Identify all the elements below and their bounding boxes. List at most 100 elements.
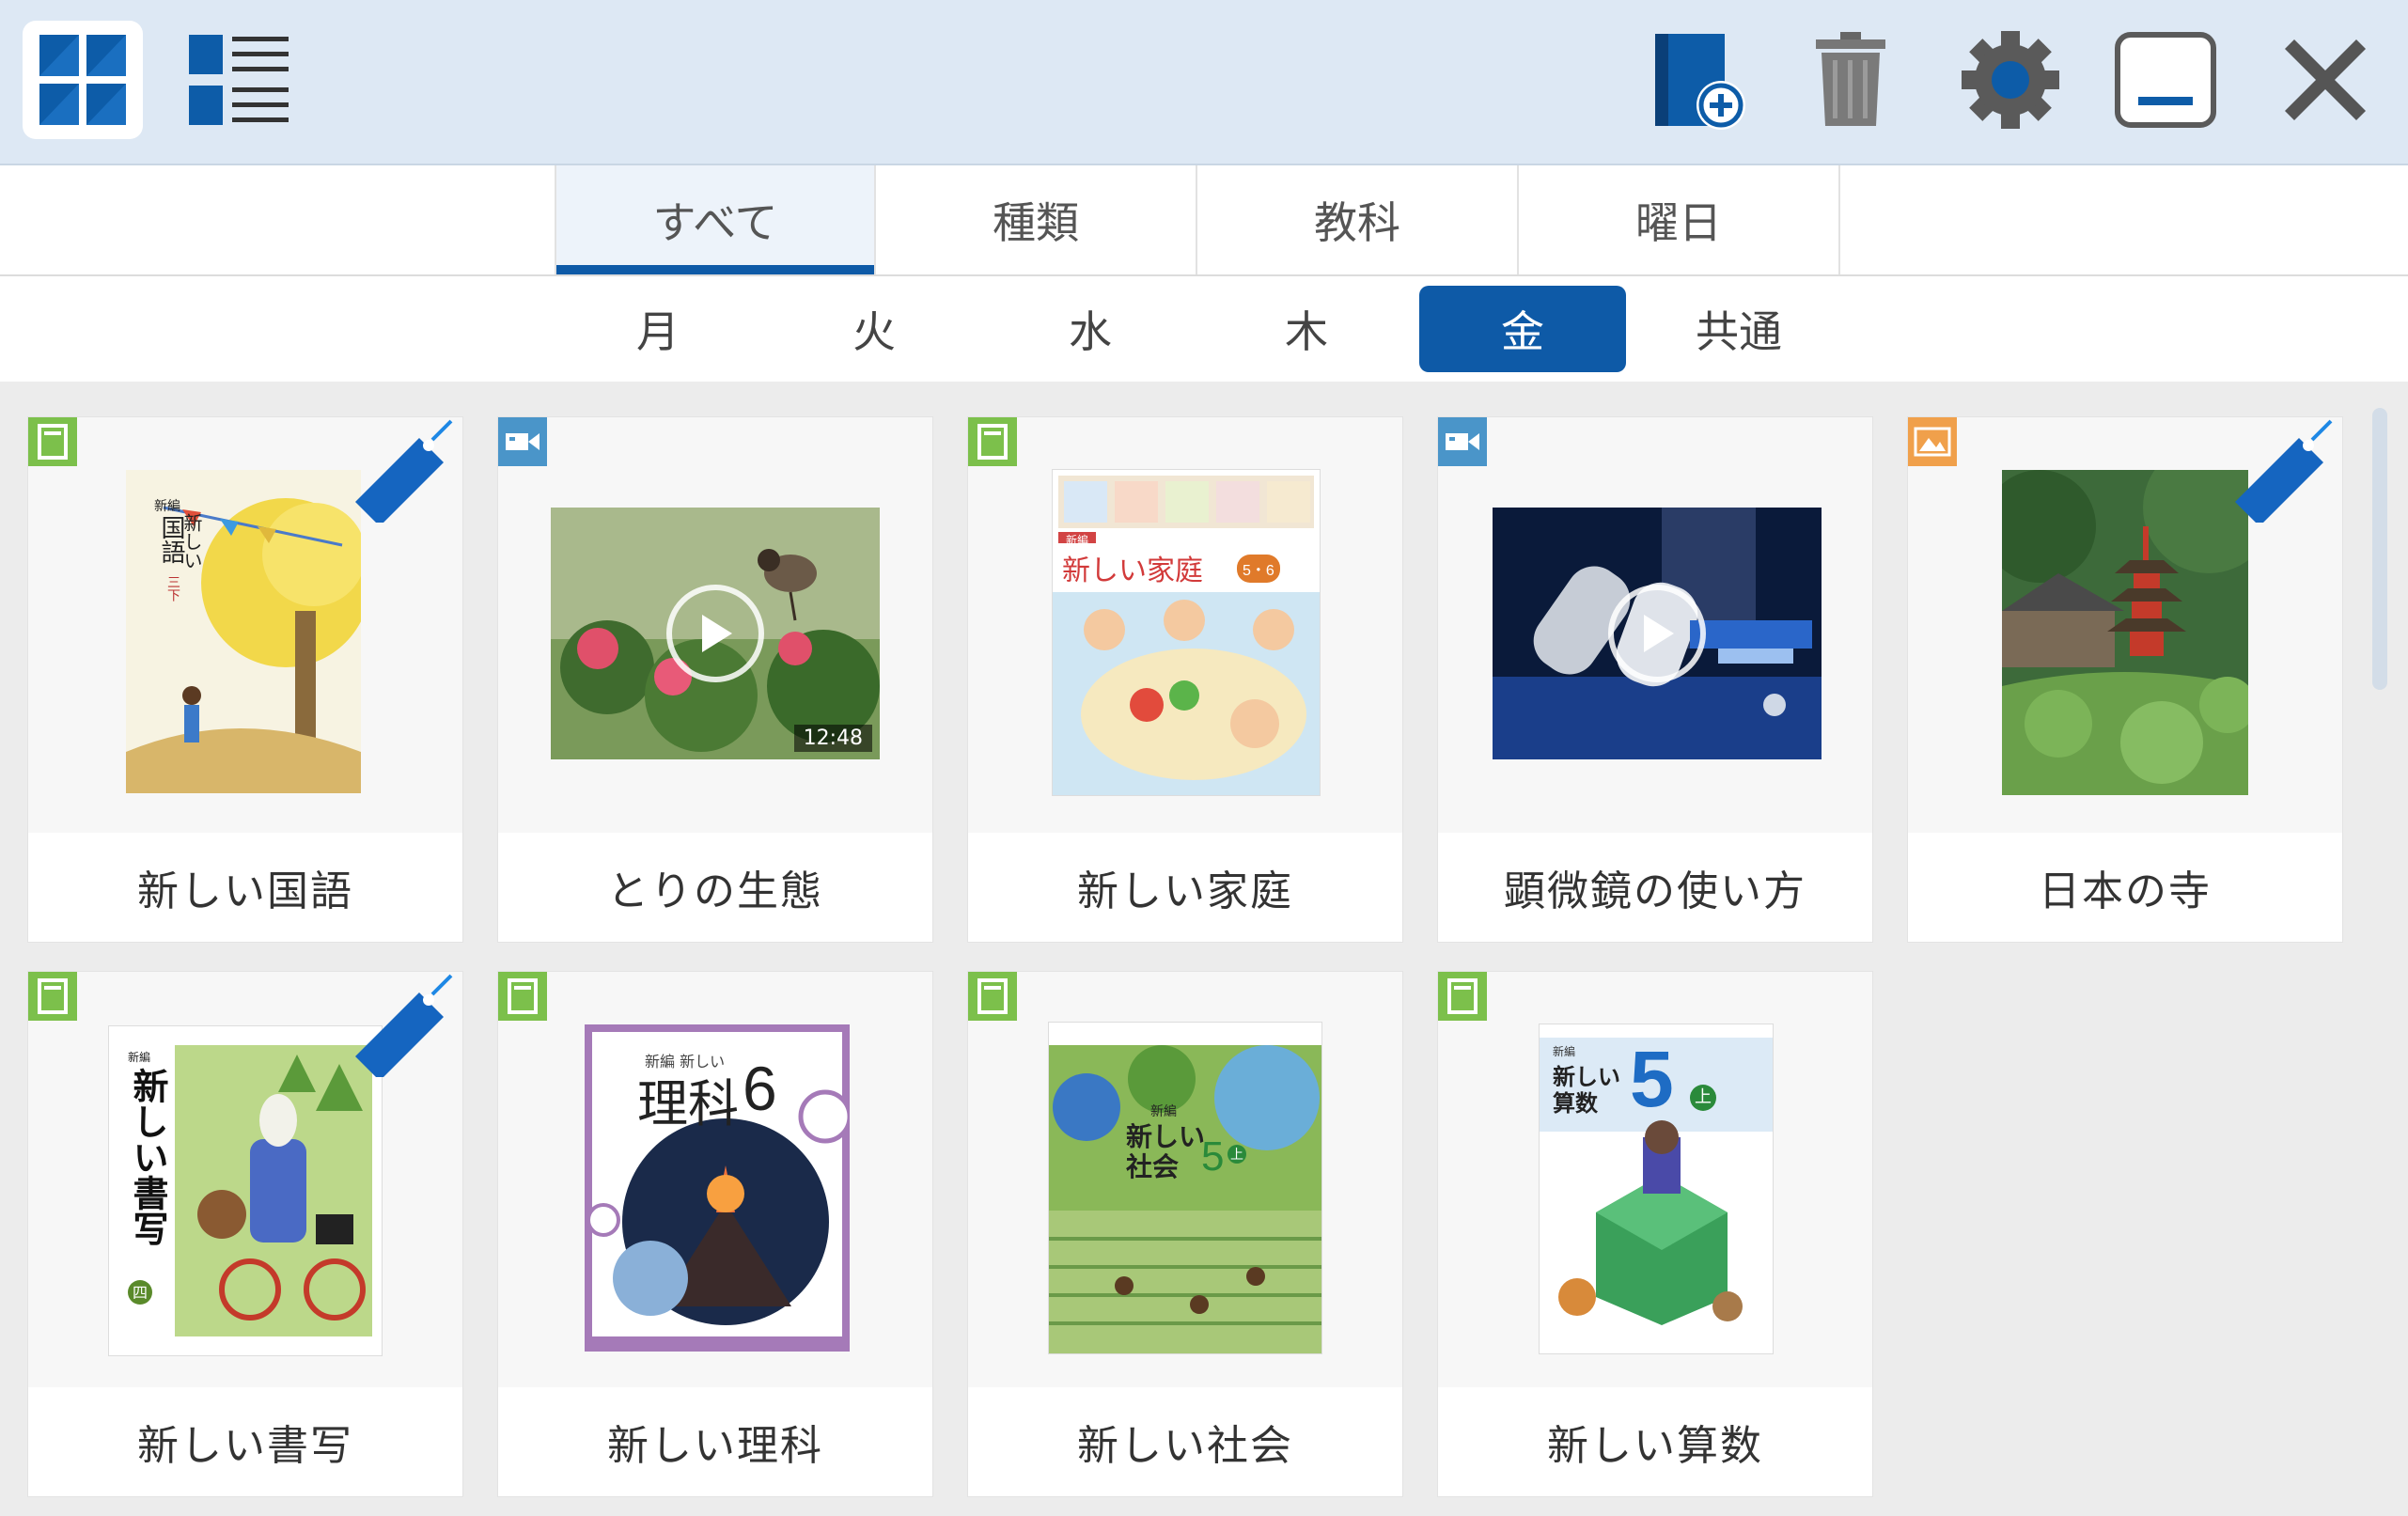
cover-volume: 上 <box>1227 1145 1246 1164</box>
day-filter: 月 火 水 木 金 共通 <box>0 276 2408 382</box>
image-type-badge <box>1908 417 1957 466</box>
bookmark-icon[interactable] <box>346 974 459 1077</box>
cover-small-text: 新編 <box>1553 1045 1576 1058</box>
grid-view-button[interactable] <box>23 21 143 139</box>
tab-type[interactable]: 種類 <box>876 165 1197 274</box>
list-view-button[interactable] <box>179 21 299 139</box>
book-icon <box>1447 978 1478 1014</box>
day-fri[interactable]: 金 <box>1419 286 1626 372</box>
play-button[interactable] <box>1608 585 1706 682</box>
content-card[interactable]: 新編 新しい 理科 6 新しい理科 <box>498 972 932 1496</box>
item-title: とりの生態 <box>498 833 932 942</box>
book-type-badge <box>498 972 547 1021</box>
book-cover: 新編 新しい家庭 5・6 <box>1053 470 1320 795</box>
category-tabs: すべて 種類 教科 曜日 <box>0 165 2408 276</box>
day-wed[interactable]: 水 <box>987 286 1194 372</box>
book-cover: 新編 新しい 社会 5 上 <box>1049 1023 1321 1353</box>
delete-button[interactable] <box>1790 21 1911 139</box>
item-title: 新しい書写 <box>28 1387 462 1496</box>
book-cover: 新編 新しい 国語 三下 <box>126 470 361 793</box>
cover-volume: 四 <box>128 1280 152 1305</box>
cover-small-text: 新編 <box>154 499 180 514</box>
item-title: 顕微鏡の使い方 <box>1438 833 1872 942</box>
trash-icon <box>1816 32 1885 126</box>
cover-title: 新しい家庭 <box>1062 555 1203 586</box>
book-type-badge <box>968 417 1017 466</box>
day-common[interactable]: 共通 <box>1635 286 1842 372</box>
gear-icon <box>1962 31 2059 129</box>
cover-volume: 上 <box>1690 1085 1716 1111</box>
thumbnail: 12:48 <box>498 417 932 831</box>
close-button[interactable] <box>2265 21 2385 139</box>
day-mon[interactable]: 月 <box>555 286 761 372</box>
video-icon <box>506 433 539 450</box>
play-icon <box>1644 615 1674 652</box>
video-duration: 12:48 <box>793 725 872 752</box>
book-cover: 新編 新しい書写 四 <box>109 1026 382 1355</box>
cover-subject: 社会 <box>1126 1152 1180 1181</box>
add-book-icon <box>1655 34 1745 130</box>
close-icon <box>2285 39 2366 120</box>
book-icon <box>38 978 68 1014</box>
content-card[interactable]: 新編 新しい書写 四 新しい書写 <box>28 972 462 1496</box>
play-button[interactable] <box>666 585 764 682</box>
video-thumbnail: 12:48 <box>551 508 880 759</box>
cover-grade: 5 <box>1630 1035 1674 1123</box>
item-title: 新しい家庭 <box>968 833 1402 942</box>
add-book-button[interactable] <box>1635 21 1756 139</box>
cover-subject: 算数 <box>1553 1091 1598 1117</box>
thumbnail: 新編 新しい 算数 5 上 <box>1438 972 1872 1385</box>
tab-subject[interactable]: 教科 <box>1197 165 1519 274</box>
cover-volume: 三下 <box>165 575 180 602</box>
book-icon <box>508 978 538 1014</box>
scrollbar-thumb[interactable] <box>2372 408 2387 690</box>
cover-subject: 国語 <box>157 515 185 564</box>
book-cover: 新編 新しい 理科 6 <box>585 1024 850 1352</box>
content-card[interactable]: 新編 新しい家庭 5・6 新しい家庭 <box>968 417 1402 942</box>
book-type-badge <box>968 972 1017 1021</box>
book-type-badge <box>28 417 77 466</box>
cover-grade: 5・6 <box>1237 555 1280 583</box>
thumbnail: 新編 新しい 理科 6 <box>498 972 932 1385</box>
thumbnail: 新編 新しい家庭 5・6 <box>968 417 1402 831</box>
cover-grade: 6 <box>743 1054 777 1123</box>
cover-illustration <box>1053 470 1320 795</box>
cover-small-text: 新編 <box>1066 534 1089 547</box>
tab-all[interactable]: すべて <box>555 165 876 274</box>
bookmark-icon[interactable] <box>2226 419 2338 523</box>
bookmark-icon[interactable] <box>346 419 459 523</box>
settings-button[interactable] <box>1950 21 2071 139</box>
content-card[interactable]: 新編 新しい 社会 5 上 新しい社会 <box>968 972 1402 1496</box>
video-type-badge <box>1438 417 1487 466</box>
book-icon <box>38 424 68 460</box>
content-card[interactable]: 新編 新しい 国語 三下 新しい国語 <box>28 417 462 942</box>
grid-view-icon <box>39 35 126 125</box>
video-thumbnail <box>1493 508 1822 759</box>
cover-illustration <box>1049 1023 1321 1353</box>
book-cover: 新編 新しい 算数 5 上 <box>1540 1024 1773 1353</box>
tab-weekday[interactable]: 曜日 <box>1519 165 1840 274</box>
video-icon <box>1446 433 1479 450</box>
cover-title: 新しい書写 <box>127 1068 169 1246</box>
video-type-badge <box>498 417 547 466</box>
content-card[interactable]: 日本の寺 <box>1908 417 2342 942</box>
item-title: 新しい社会 <box>968 1387 1402 1496</box>
item-title: 新しい理科 <box>498 1387 932 1496</box>
play-icon <box>702 615 732 652</box>
content-grid: 新編 新しい 国語 三下 新しい国語 12:48 とりの生態 新編 新しい家庭 … <box>0 382 2408 1516</box>
book-icon <box>977 978 1008 1014</box>
cover-small-text: 新編 <box>128 1051 151 1064</box>
content-card[interactable]: 新編 新しい 算数 5 上 新しい算数 <box>1438 972 1872 1496</box>
day-thu[interactable]: 木 <box>1203 286 1410 372</box>
content-card[interactable]: 12:48 とりの生態 <box>498 417 932 942</box>
cover-grade: 5 <box>1201 1133 1225 1180</box>
item-title: 新しい国語 <box>28 833 462 942</box>
book-icon <box>977 424 1008 460</box>
day-tue[interactable]: 火 <box>771 286 977 372</box>
image-thumbnail <box>2002 470 2248 795</box>
content-card[interactable]: 顕微鏡の使い方 <box>1438 417 1872 942</box>
thumbnail <box>1438 417 1872 831</box>
item-title: 新しい算数 <box>1438 1387 1872 1496</box>
book-type-badge <box>28 972 77 1021</box>
minimize-button[interactable] <box>2105 21 2226 139</box>
